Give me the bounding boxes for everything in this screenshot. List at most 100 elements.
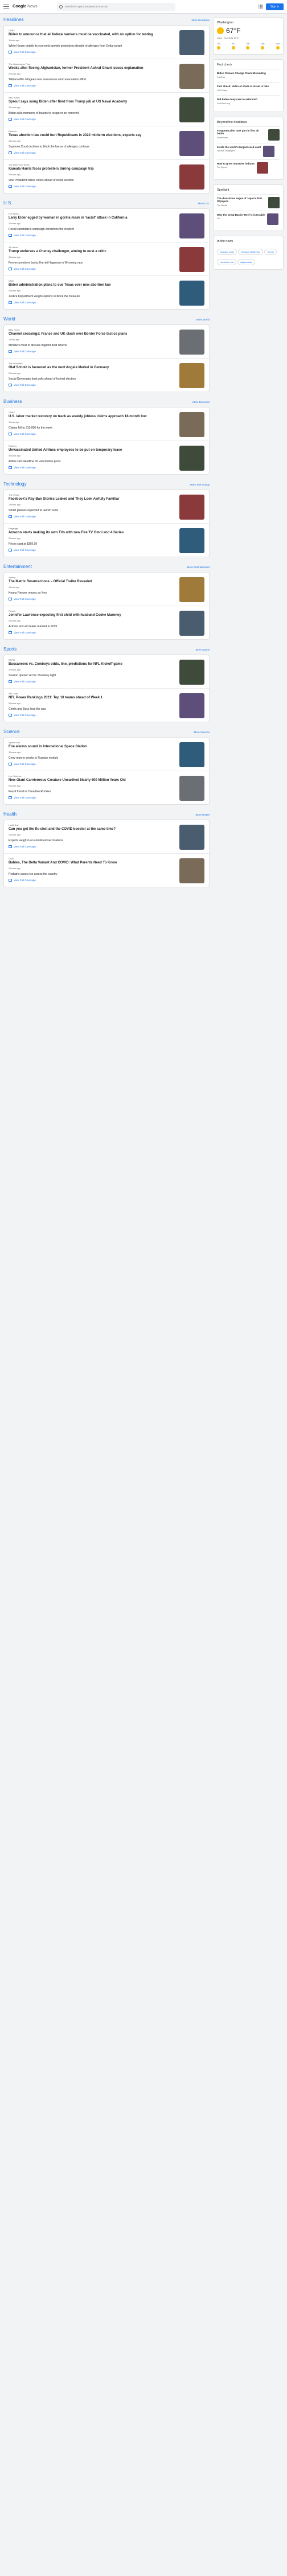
story-subheadline[interactable]: Vice President rallies voters ahead of r… xyxy=(9,179,176,183)
section-title[interactable]: Health xyxy=(3,812,17,817)
full-coverage-link[interactable]: View Full Coverage xyxy=(9,680,176,684)
section-more-link[interactable]: More Science xyxy=(194,731,210,734)
story-thumbnail[interactable] xyxy=(179,776,204,801)
full-coverage-link[interactable]: View Full Coverage xyxy=(9,763,176,766)
apps-icon[interactable] xyxy=(258,5,263,9)
story-source[interactable]: Healthline xyxy=(9,824,176,826)
sidebar-story[interactable]: Why the Great Barrier Reef is in trouble… xyxy=(217,210,280,227)
story-subheadline[interactable]: Fossil found in Canadian Rockies xyxy=(9,790,176,794)
sidebar-story-headline[interactable]: The disastrous sages of Japan's first Ol… xyxy=(217,197,266,204)
story-thumbnail[interactable] xyxy=(179,412,204,437)
section-more-link[interactable]: More Entertainment xyxy=(187,566,210,569)
story-subheadline[interactable]: Experts weigh in on combined vaccination… xyxy=(9,839,176,843)
story-source[interactable]: CNBC xyxy=(9,411,176,414)
sidebar-story[interactable]: The disastrous sages of Japan's first Ol… xyxy=(217,194,280,211)
logo[interactable]: Google News xyxy=(13,5,38,9)
full-coverage-link[interactable]: View Full Coverage xyxy=(9,384,176,387)
sidebar-story-headline[interactable]: Forgotten pilot took part in first air b… xyxy=(217,129,266,136)
story-thumbnail[interactable] xyxy=(179,858,204,883)
story-headline[interactable]: Facebook's Ray-Ban Stories Leaked and Th… xyxy=(9,497,176,502)
story-subheadline[interactable]: Ministers meet to discuss migrant boat r… xyxy=(9,344,176,348)
story-thumbnail[interactable] xyxy=(179,611,204,636)
section-title[interactable]: Science xyxy=(3,729,19,734)
story-thumbnail[interactable] xyxy=(179,495,204,520)
story-subheadline[interactable]: Justice Department weighs options to blo… xyxy=(9,295,176,299)
full-coverage-link[interactable]: View Full Coverage xyxy=(9,631,176,635)
story-subheadline[interactable]: Recall candidate's campaign condemns the… xyxy=(9,228,176,232)
sidebar-story-thumbnail[interactable] xyxy=(257,162,268,174)
story-source[interactable]: Engadget xyxy=(9,527,176,530)
story-thumbnail[interactable] xyxy=(179,30,204,55)
full-coverage-link[interactable]: View Full Coverage xyxy=(9,268,176,271)
story-subheadline[interactable]: Smart glasses expected to launch soon xyxy=(9,509,176,513)
story-subheadline[interactable]: White House details its economic-growth … xyxy=(9,44,176,48)
section-more-link[interactable]: More Sports xyxy=(195,648,210,651)
section-title[interactable]: Business xyxy=(3,399,22,404)
story-subheadline[interactable]: Crew reports smoke in Russian module xyxy=(9,756,176,760)
story-subheadline[interactable]: Pediatric cases rise across the country xyxy=(9,873,176,877)
story-source[interactable]: Reuters xyxy=(9,130,176,133)
full-coverage-link[interactable]: View Full Coverage xyxy=(9,51,176,54)
story-headline[interactable]: The Matrix Resurrections – Official Trai… xyxy=(9,580,176,585)
sidebar-story-thumbnail[interactable] xyxy=(263,145,275,157)
story-thumbnail[interactable] xyxy=(179,363,204,388)
story-headline[interactable]: Buccaneers vs. Cowboys odds, line, predi… xyxy=(9,662,176,667)
topic-chip[interactable]: Hurricane Ida xyxy=(217,258,237,265)
story-headline[interactable]: U.S. labor market recovery on track as w… xyxy=(9,415,176,419)
sidebar-story-thumbnail[interactable] xyxy=(267,213,279,225)
sidebar-story-headline[interactable]: Did Biden deny care to veterans? xyxy=(217,98,257,101)
story-thumbnail[interactable] xyxy=(179,446,204,471)
story-source[interactable]: The Guardian xyxy=(9,362,176,365)
section-title[interactable]: U.S. xyxy=(3,200,13,205)
section-more-link[interactable]: More Health xyxy=(195,813,210,816)
story-source[interactable]: BBC News xyxy=(9,328,176,331)
story-headline[interactable]: Weeks after fleeing Afghanistan, former … xyxy=(9,67,176,71)
full-coverage-link[interactable]: View Full Coverage xyxy=(9,151,176,155)
story-subheadline[interactable]: Taliban offer refugees new assurances am… xyxy=(9,78,176,82)
story-source[interactable]: Fox News xyxy=(9,212,176,215)
story-subheadline[interactable]: Social Democrats lead polls ahead of fed… xyxy=(9,377,176,381)
search-input[interactable] xyxy=(64,5,173,8)
section-title[interactable]: World xyxy=(3,316,15,322)
story-source[interactable]: AP News xyxy=(9,246,176,249)
full-coverage-link[interactable]: View Full Coverage xyxy=(9,714,176,717)
story-subheadline[interactable]: Actress and art dealer married in 2019 xyxy=(9,625,176,629)
section-more-link[interactable]: More Technology xyxy=(190,483,210,486)
full-coverage-link[interactable]: View Full Coverage xyxy=(9,350,176,353)
story-headline[interactable]: Olaf Scholz is favoured as the next Ange… xyxy=(9,366,176,371)
full-coverage-link[interactable]: View Full Coverage xyxy=(9,118,176,121)
story-subheadline[interactable]: Chiefs and Bucs lead the way xyxy=(9,707,176,711)
full-coverage-link[interactable]: View Full Coverage xyxy=(9,301,176,304)
sidebar-story[interactable]: Inside the world's largest seed vault Nat… xyxy=(217,142,280,159)
sidebar-story[interactable]: Fact check: Video of shark in street is … xyxy=(217,81,280,95)
full-coverage-link[interactable]: View Full Coverage xyxy=(9,466,176,470)
story-source[interactable]: Reuters xyxy=(9,445,176,447)
story-headline[interactable]: Biden administration plans to sue Texas … xyxy=(9,283,176,288)
story-source[interactable]: Live Science xyxy=(9,775,176,777)
full-coverage-link[interactable]: View Full Coverage xyxy=(9,845,176,849)
section-title[interactable]: Sports xyxy=(3,647,17,652)
section-more-link[interactable]: More Headlines xyxy=(191,19,210,22)
story-subheadline[interactable]: Former president backs Harriet Hageman i… xyxy=(9,261,176,265)
story-headline[interactable]: Unvaccinated United Airlines employees t… xyxy=(9,448,176,453)
weather-widget[interactable]: Washington 67°F Clear · Humidity 52% Thu… xyxy=(213,17,284,55)
story-subheadline[interactable]: Season opener set for Thursday night xyxy=(9,674,176,678)
section-more-link[interactable]: More World xyxy=(196,318,210,321)
widget-title[interactable]: Spotlight xyxy=(217,188,280,192)
sidebar-story-headline[interactable]: How to grow tomatoes indoors xyxy=(217,162,255,166)
story-source[interactable]: NFL.com xyxy=(9,692,176,695)
full-coverage-link[interactable]: View Full Coverage xyxy=(9,185,176,188)
story-headline[interactable]: Sprout says suing Biden after fired from… xyxy=(9,100,176,105)
sidebar-story-headline[interactable]: Fact check: Video of shark in street is … xyxy=(217,85,269,88)
story-headline[interactable]: Amazon starts making its own TVs with ne… xyxy=(9,531,176,536)
widget-title[interactable]: Fact check xyxy=(217,63,280,67)
story-source[interactable]: People xyxy=(9,610,176,612)
story-source[interactable]: Variety xyxy=(9,576,176,579)
search-icon[interactable] xyxy=(59,5,63,9)
section-title[interactable]: Entertainment xyxy=(3,564,32,569)
story-source[interactable]: CNN xyxy=(9,279,176,282)
story-thumbnail[interactable] xyxy=(179,742,204,767)
story-headline[interactable]: New Giant Carnivorous Creature Unearthed… xyxy=(9,779,176,783)
story-thumbnail[interactable] xyxy=(179,693,204,718)
story-thumbnail[interactable] xyxy=(179,330,204,355)
